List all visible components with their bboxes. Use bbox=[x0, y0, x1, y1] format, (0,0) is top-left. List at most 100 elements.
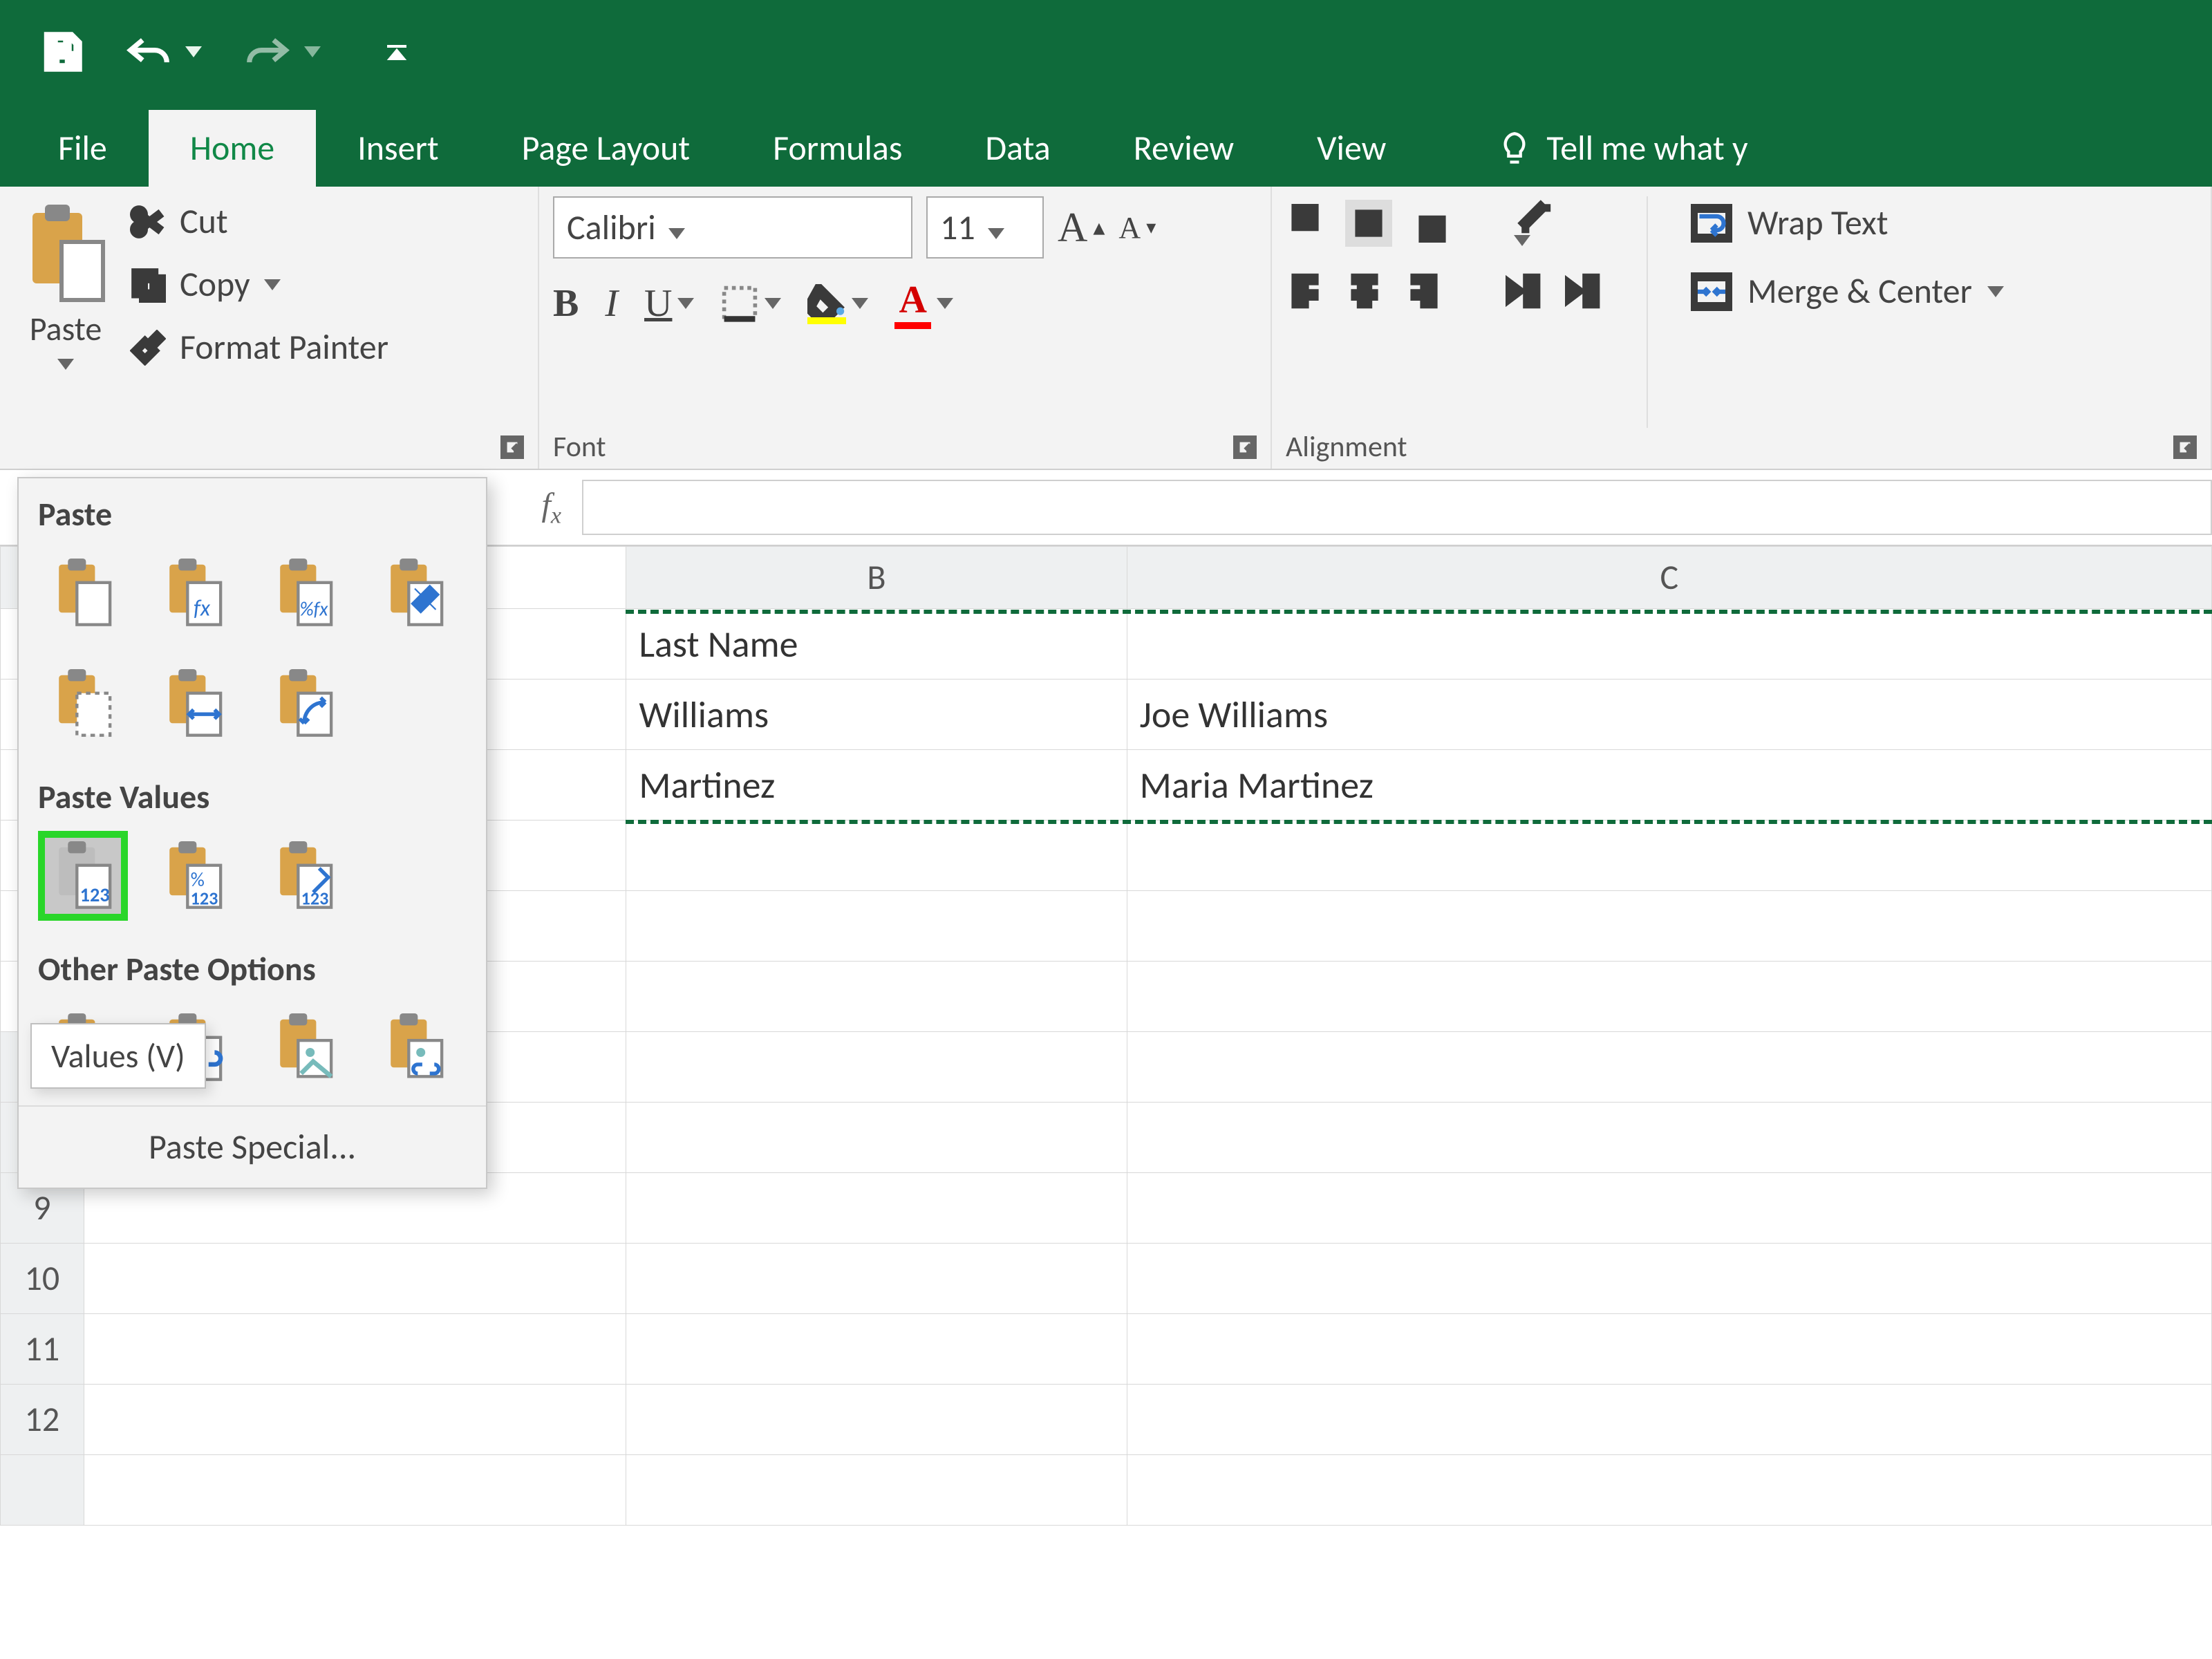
align-left-icon[interactable] bbox=[1286, 272, 1324, 310]
align-center-icon[interactable] bbox=[1345, 272, 1384, 310]
paste-option-formulas[interactable]: fx bbox=[149, 548, 238, 638]
ribbon-group-alignment: Wrap Text Merge & Center Alignment bbox=[1272, 187, 2212, 469]
format-painter-button[interactable]: Format Painter bbox=[130, 326, 388, 368]
tab-formulas[interactable]: Formulas bbox=[731, 110, 944, 187]
fill-color-button[interactable] bbox=[807, 283, 868, 324]
svg-text:123: 123 bbox=[301, 888, 329, 910]
svg-text:%fx: %fx bbox=[299, 597, 328, 621]
tab-file[interactable]: File bbox=[17, 110, 149, 187]
italic-button[interactable]: I bbox=[605, 281, 618, 326]
row-header[interactable]: 11 bbox=[1, 1314, 84, 1385]
chevron-down-icon[interactable] bbox=[988, 207, 1004, 249]
save-icon[interactable] bbox=[41, 31, 83, 73]
tab-data[interactable]: Data bbox=[944, 110, 1091, 187]
chevron-down-icon[interactable] bbox=[937, 298, 953, 309]
dialog-launcher-icon[interactable] bbox=[500, 435, 524, 459]
chevron-down-icon[interactable] bbox=[668, 207, 685, 249]
copy-marquee bbox=[626, 610, 2212, 614]
lightbulb-icon bbox=[1497, 131, 1533, 167]
align-middle-icon[interactable] bbox=[1345, 200, 1392, 247]
cut-label: Cut bbox=[180, 200, 228, 243]
increase-indent-icon[interactable] bbox=[1565, 272, 1604, 310]
font-size-value: 11 bbox=[940, 207, 975, 249]
undo-icon[interactable] bbox=[124, 33, 202, 71]
tell-me-search[interactable]: Tell me what y bbox=[1455, 110, 1789, 187]
row-header[interactable] bbox=[1, 1455, 84, 1526]
dialog-launcher-icon[interactable] bbox=[1233, 435, 1257, 459]
cell[interactable]: Maria Martinez bbox=[1127, 750, 2211, 821]
fx-icon[interactable]: fx bbox=[542, 486, 561, 529]
cell[interactable]: Joe Williams bbox=[1127, 679, 2211, 750]
increase-font-icon[interactable]: A▴ bbox=[1058, 204, 1105, 252]
wrap-text-label: Wrap Text bbox=[1747, 202, 1888, 244]
cell[interactable]: Williams bbox=[626, 679, 1127, 750]
tab-insert[interactable]: Insert bbox=[316, 110, 480, 187]
font-name-value: Calibri bbox=[567, 207, 656, 249]
paintbrush-icon bbox=[130, 330, 166, 366]
chevron-down-icon[interactable] bbox=[677, 298, 694, 309]
cell[interactable]: Martinez bbox=[626, 750, 1127, 821]
redo-icon[interactable] bbox=[243, 33, 321, 71]
row-header[interactable]: 10 bbox=[1, 1244, 84, 1314]
decrease-indent-icon[interactable] bbox=[1506, 272, 1544, 310]
scissors-icon bbox=[130, 204, 166, 240]
paste-option-formulas-number[interactable]: %fx bbox=[259, 548, 349, 638]
row-header[interactable]: 12 bbox=[1, 1385, 84, 1455]
paste-values-section-header: Paste Values bbox=[19, 761, 486, 824]
font-color-button[interactable]: A bbox=[894, 278, 953, 329]
cell[interactable]: Last Name bbox=[626, 609, 1127, 679]
svg-text:fx: fx bbox=[194, 594, 211, 622]
font-group-label: Font bbox=[553, 429, 606, 465]
chevron-down-icon[interactable] bbox=[765, 298, 781, 309]
tab-review[interactable]: Review bbox=[1092, 110, 1275, 187]
tab-view[interactable]: View bbox=[1275, 110, 1427, 187]
alignment-group-label: Alignment bbox=[1286, 429, 1407, 465]
merge-center-button[interactable]: Merge & Center bbox=[1691, 270, 2004, 312]
font-size-combo[interactable]: 11 bbox=[926, 196, 1044, 259]
align-bottom-icon[interactable] bbox=[1413, 204, 1452, 243]
paste-option-transpose[interactable] bbox=[259, 659, 349, 749]
svg-text:123: 123 bbox=[80, 883, 110, 907]
wrap-text-icon bbox=[1691, 204, 1732, 243]
column-header[interactable]: C bbox=[1127, 547, 2211, 609]
paste-option-keep-source[interactable] bbox=[370, 548, 460, 638]
paste-option-values-number[interactable]: %123 bbox=[149, 831, 238, 921]
dialog-launcher-icon[interactable] bbox=[2173, 435, 2197, 459]
bold-button[interactable]: B bbox=[553, 281, 579, 326]
formula-input[interactable] bbox=[582, 480, 2212, 535]
decrease-font-icon[interactable]: A▾ bbox=[1118, 210, 1156, 245]
paste-button[interactable]: Paste bbox=[14, 196, 118, 376]
font-name-combo[interactable]: Calibri bbox=[553, 196, 912, 259]
paste-section-header: Paste bbox=[19, 478, 486, 541]
paste-option-linked-picture[interactable] bbox=[370, 1003, 460, 1093]
paste-option-no-borders[interactable] bbox=[38, 659, 128, 749]
underline-button[interactable]: U bbox=[644, 281, 694, 326]
wrap-text-button[interactable]: Wrap Text bbox=[1691, 202, 2004, 244]
chevron-down-icon[interactable] bbox=[264, 279, 281, 290]
tab-home[interactable]: Home bbox=[149, 110, 316, 187]
tell-me-label: Tell me what y bbox=[1546, 127, 1747, 169]
borders-button[interactable] bbox=[720, 284, 781, 323]
paste-dropdown-icon[interactable] bbox=[57, 350, 74, 376]
paste-option-column-widths[interactable] bbox=[149, 659, 238, 749]
paste-special-menuitem[interactable]: Paste Special... bbox=[19, 1105, 486, 1188]
copy-button[interactable]: Copy bbox=[130, 263, 388, 306]
cell[interactable] bbox=[1127, 609, 2211, 679]
cut-button[interactable]: Cut bbox=[130, 200, 388, 243]
orientation-icon[interactable] bbox=[1514, 196, 1553, 250]
paste-option-values[interactable]: 123 bbox=[38, 831, 128, 921]
chevron-down-icon[interactable] bbox=[1987, 286, 2004, 297]
ribbon-group-font: Calibri 11 A▴ A▾ B I U bbox=[539, 187, 1272, 469]
align-right-icon[interactable] bbox=[1405, 272, 1443, 310]
chevron-down-icon[interactable] bbox=[852, 298, 868, 309]
borders-icon bbox=[720, 284, 759, 323]
ribbon: Paste Cut Copy Format Painte bbox=[0, 187, 2212, 470]
paste-option-picture[interactable] bbox=[259, 1003, 349, 1093]
qat-customize-icon[interactable] bbox=[383, 38, 411, 66]
ribbon-tabstrip: File Home Insert Page Layout Formulas Da… bbox=[0, 104, 2212, 187]
column-header[interactable]: B bbox=[626, 547, 1127, 609]
paste-option-paste[interactable] bbox=[38, 548, 128, 638]
tab-page-layout[interactable]: Page Layout bbox=[480, 110, 731, 187]
align-top-icon[interactable] bbox=[1286, 204, 1324, 243]
paste-option-values-source[interactable]: 123 bbox=[259, 831, 349, 921]
